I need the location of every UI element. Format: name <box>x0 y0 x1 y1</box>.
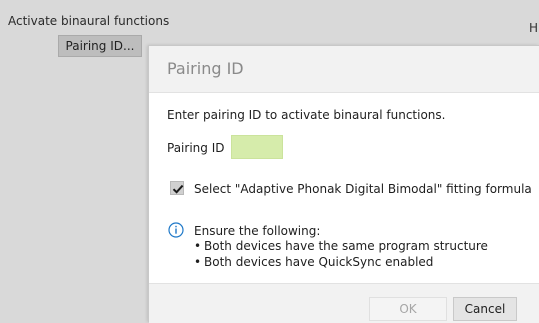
ok-button[interactable]: OK <box>369 297 447 321</box>
pairing-id-button[interactable]: Pairing ID... <box>58 35 142 57</box>
checkmark-icon <box>172 184 184 194</box>
bimodal-formula-checkbox[interactable] <box>170 181 184 195</box>
info-title: Ensure the following: <box>194 224 321 238</box>
pairing-id-label: Pairing ID <box>167 141 225 155</box>
pairing-id-input[interactable] <box>231 135 283 159</box>
dialog-footer: OK Cancel <box>149 283 539 323</box>
dialog-header: Pairing ID <box>149 46 539 93</box>
truncated-label: H <box>529 21 539 35</box>
info-bullet: • Both devices have QuickSync enabled <box>194 255 434 269</box>
pairing-id-dialog: Pairing ID Enter pairing ID to activate … <box>148 45 539 323</box>
info-circle-icon <box>168 222 184 238</box>
cancel-button[interactable]: Cancel <box>453 297 517 321</box>
dialog-title: Pairing ID <box>167 59 244 78</box>
section-label: Activate binaural functions <box>8 14 170 28</box>
info-bullet: • Both devices have the same program stru… <box>194 239 488 253</box>
bimodal-formula-label: Select "Adaptive Phonak Digital Bimodal"… <box>194 182 532 196</box>
instruction-text: Enter pairing ID to activate binaural fu… <box>167 108 446 122</box>
